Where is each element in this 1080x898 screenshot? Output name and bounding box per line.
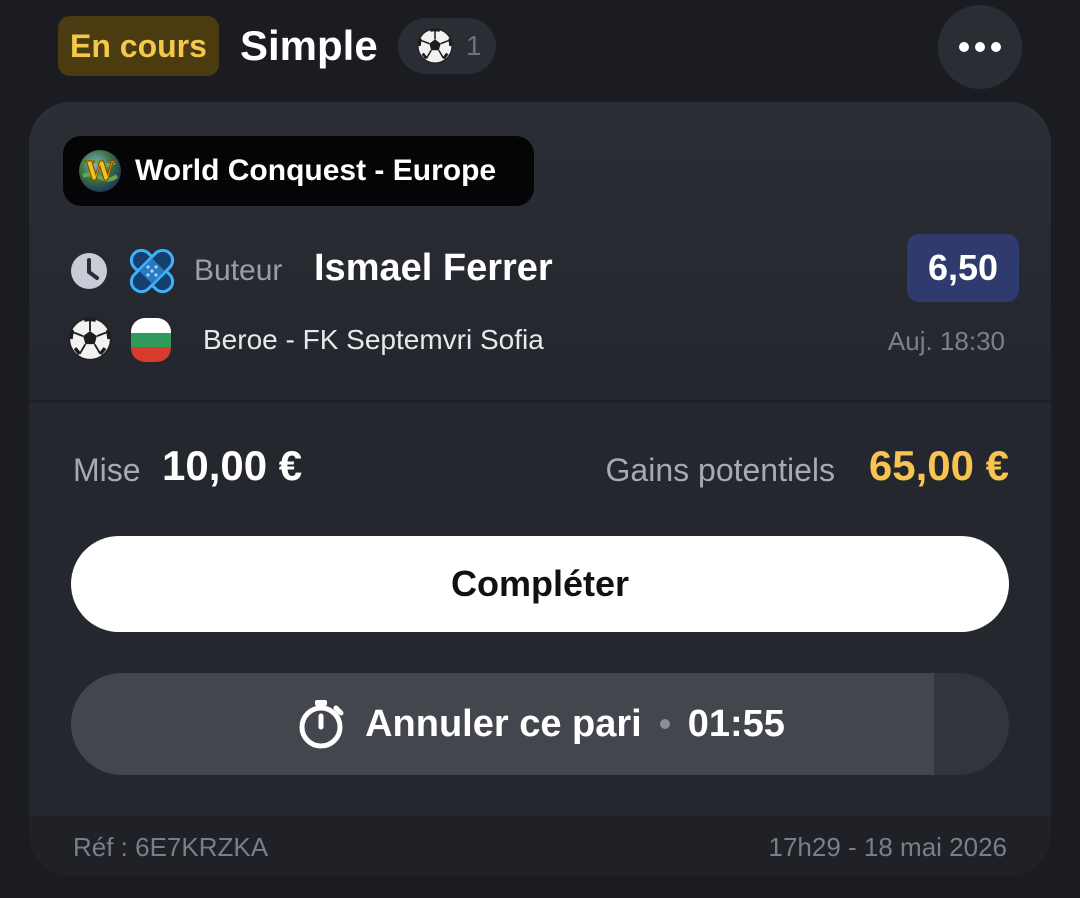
selection-name: Ismael Ferrer <box>314 247 553 289</box>
selections-count-badge: 1 <box>398 18 496 74</box>
stake-summary: Mise 10,00 € Gains potentiels 65,00 € <box>73 438 1009 494</box>
league-badge[interactable]: W World Conquest - Europe <box>63 136 534 206</box>
stake-value: 10,00 € <box>162 442 303 489</box>
bet-header: En cours Simple 1 <box>0 0 1080 96</box>
bet-date: 17h29 - 18 mai 2026 <box>768 832 1007 862</box>
more-options-button[interactable] <box>938 5 1022 89</box>
odds-badge: 6,50 <box>907 234 1019 302</box>
world-conquest-logo-icon: W <box>79 150 121 192</box>
status-badge: En cours <box>58 16 219 76</box>
svg-text:W: W <box>84 157 115 187</box>
bulgaria-flag-icon <box>131 318 171 362</box>
bet-card: W World Conquest - Europe Buteur Ismael … <box>29 102 1051 876</box>
market-label: Buteur <box>194 254 283 287</box>
bet-type-title: Simple <box>240 22 378 69</box>
selection-row: Buteur Ismael Ferrer 6,50 <box>69 234 1019 302</box>
cancel-bet-label: Annuler ce pari <box>365 702 642 745</box>
kickoff-time: Auj. 18:30 <box>887 326 1005 356</box>
cancel-bet-button[interactable]: Annuler ce pari 01:55 <box>71 673 1009 775</box>
clock-icon <box>71 253 107 289</box>
selections-count: 1 <box>466 30 482 61</box>
separator-dot <box>659 719 670 729</box>
stake-label: Mise <box>73 452 141 488</box>
more-dots-icon <box>959 42 969 52</box>
bet-footer: Réf : 6E7KRZKA 17h29 - 18 mai 2026 <box>29 816 1051 876</box>
stopwatch-icon <box>299 700 344 749</box>
more-dot <box>991 42 1001 52</box>
potential-gains-label: Gains potentiels <box>605 452 835 488</box>
bet-selection-section: W World Conquest - Europe Buteur Ismael … <box>29 102 1051 402</box>
soccer-ball-icon <box>417 28 453 64</box>
cancel-countdown: 01:55 <box>687 702 785 745</box>
complete-bet-button[interactable]: Compléter <box>71 536 1009 632</box>
potential-gains-value: 65,00 € <box>868 442 1009 489</box>
status-label: En cours <box>70 27 207 64</box>
match-name[interactable]: Beroe - FK Septemvri Sofia <box>203 324 544 356</box>
more-dot <box>975 42 985 52</box>
league-name: World Conquest - Europe <box>135 154 497 187</box>
match-row: Beroe - FK Septemvri Sofia Auj. 18:30 <box>67 314 1017 366</box>
bandage-icon <box>129 248 175 294</box>
bet-reference: Réf : 6E7KRZKA <box>73 832 269 862</box>
soccer-ball-icon <box>68 317 112 361</box>
